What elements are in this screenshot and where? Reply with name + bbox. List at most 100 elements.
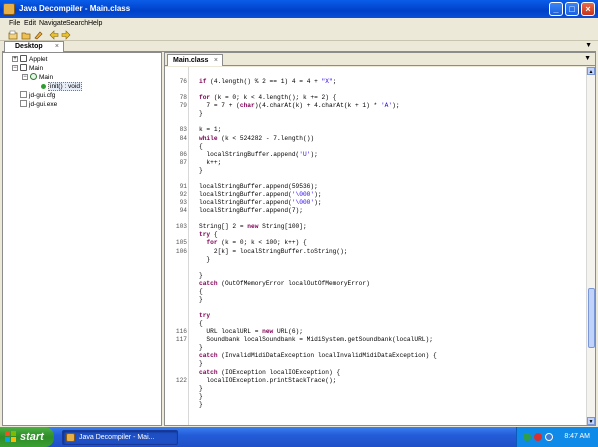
volume-icon[interactable] — [545, 433, 553, 441]
menu-bar: File Edit Navigate Search Help — [0, 18, 598, 29]
desktop-tab-bar: Desktop × ▼ — [2, 41, 596, 52]
maximize-button[interactable]: □ — [565, 2, 579, 16]
code-line: localIOException.printStackTrace(); — [199, 376, 337, 384]
code-line: { — [199, 320, 203, 328]
tree-item-applet[interactable]: + Applet — [12, 55, 47, 64]
taskbar-item-label: Java Decompiler - Mai... — [79, 434, 155, 441]
code-line: Soundbank localSoundbank = MidiSystem.ge… — [199, 336, 433, 344]
code-line: if (4.length() % 2 == 1) 4 = 4 + "X"; — [199, 78, 337, 85]
line-number: 116 — [175, 328, 187, 336]
tree-item-init-method[interactable]: init() : void — [41, 82, 82, 91]
edit-icon[interactable] — [33, 30, 43, 40]
file-icon — [20, 100, 27, 107]
code-line: catch (IOException localIOException) { — [199, 368, 341, 376]
code-line: for (k = 0; k < 100; k++) { — [206, 239, 307, 247]
chevron-down-icon[interactable]: ▼ — [585, 42, 592, 49]
menu-edit[interactable]: Edit — [24, 18, 36, 29]
scroll-up-icon[interactable]: ▲ — [587, 67, 595, 75]
line-number: 84 — [179, 134, 187, 142]
line-number: 79 — [179, 102, 187, 110]
code-line: } — [199, 344, 203, 352]
vertical-scrollbar[interactable]: ▲ ▼ — [586, 67, 595, 425]
code-line: } — [199, 360, 203, 368]
line-number: 78 — [179, 94, 187, 102]
application-window: Java Decompiler - Main.class _ □ × File … — [0, 0, 598, 427]
code-line: catch (InvalidMidiDataException localInv… — [199, 352, 437, 360]
line-number: 117 — [175, 336, 187, 344]
line-number: 86 — [179, 150, 187, 158]
taskbar: start Java Decompiler - Mai... 8:47 AM — [0, 427, 598, 447]
editor-tab-bar: Main.class × ▼ — [165, 53, 595, 66]
menu-help[interactable]: Help — [88, 18, 102, 29]
app-icon — [66, 433, 75, 442]
scroll-down-icon[interactable]: ▼ — [587, 417, 595, 425]
collapse-icon[interactable]: − — [22, 74, 28, 80]
code-line: try — [199, 312, 211, 319]
code-view[interactable]: 76 78 79 83 84 86 87 91 92 93 94 103 105 106 116 117 122… — [165, 67, 587, 425]
tree-item-main-jar[interactable]: − Main — [12, 64, 43, 73]
start-button[interactable]: start — [0, 427, 54, 447]
tree-item-label: Main — [39, 74, 54, 81]
taskbar-item-java-decompiler[interactable]: Java Decompiler - Mai... — [62, 430, 178, 445]
start-label: start — [20, 431, 44, 443]
menu-file[interactable]: File — [9, 18, 20, 29]
line-number: 105 — [175, 239, 187, 247]
line-number: 83 — [179, 126, 187, 134]
open-folder-icon[interactable] — [21, 30, 31, 40]
code-line: 2[k] = localStringBuffer.toString(); — [199, 247, 348, 255]
tab-main-class[interactable]: Main.class × — [167, 54, 223, 66]
security-alert-icon[interactable] — [534, 433, 542, 441]
line-number: 87 — [179, 158, 187, 166]
code-line: { — [199, 142, 203, 150]
windows-logo-icon — [5, 431, 17, 443]
close-tab-icon[interactable]: × — [55, 42, 59, 52]
code-line: URL localURL = new URL(6); — [199, 328, 303, 336]
window-title: Java Decompiler - Main.class — [19, 4, 131, 13]
menu-search[interactable]: Search — [66, 18, 88, 29]
line-number: 106 — [175, 247, 187, 255]
code-line: k++; — [199, 158, 222, 166]
app-icon — [3, 3, 15, 15]
code-line: localStringBuffer.append(7); — [199, 207, 303, 215]
code-line: } — [199, 295, 203, 303]
class-icon — [30, 73, 37, 80]
jar-icon — [20, 64, 27, 71]
code-line: } — [199, 110, 203, 118]
code-line: } — [199, 400, 203, 408]
network-icon[interactable] — [523, 433, 531, 441]
tree-item-jd-gui-cfg[interactable]: jd-gui.cfg — [20, 91, 55, 100]
tree-item-jd-gui-exe[interactable]: jd-gui.exe — [20, 100, 57, 109]
tab-desktop-label: Desktop — [15, 43, 43, 50]
menu-navigate[interactable]: Navigate — [39, 18, 67, 29]
open-file-icon[interactable] — [8, 30, 18, 40]
close-button[interactable]: × — [581, 2, 595, 16]
chevron-down-icon[interactable]: ▼ — [584, 55, 591, 62]
line-number: 91 — [179, 182, 187, 190]
line-number-gutter: 76 78 79 83 84 86 87 91 92 93 94 103 105 106 116 117 122 — [165, 67, 189, 425]
collapse-icon[interactable]: − — [12, 65, 18, 71]
tree-item-main-class[interactable]: − Main — [22, 73, 53, 82]
line-number: 93 — [179, 199, 187, 207]
code-line: try { — [199, 231, 218, 239]
code-line: catch (OutOfMemoryError localOutOfMemory… — [199, 279, 370, 287]
tree-item-label: jd-gui.cfg — [29, 92, 56, 99]
line-number: 76 — [179, 78, 187, 85]
line-number: 92 — [179, 191, 187, 198]
tree-item-label: Main — [29, 65, 44, 72]
forward-icon[interactable] — [61, 30, 71, 40]
back-icon[interactable] — [49, 30, 59, 40]
tab-desktop[interactable]: Desktop × — [4, 41, 64, 52]
close-tab-icon[interactable]: × — [214, 55, 218, 66]
file-tree: + Applet − Main − Main init() : void jd-gui… — [2, 52, 162, 426]
code-line: } — [199, 384, 203, 392]
expand-icon[interactable]: + — [12, 56, 18, 62]
tree-item-label: init() : void — [48, 82, 82, 91]
minimize-button[interactable]: _ — [549, 2, 563, 16]
code-line: for (k = 0; k < 4.length(); k += 2) { — [199, 94, 337, 102]
scrollbar-thumb[interactable] — [588, 288, 595, 348]
editor-panel: Main.class × ▼ 76 78 79 83 84 86 87 91 92 93 94 103… — [164, 52, 596, 426]
code-line: } — [199, 255, 211, 263]
line-number: 103 — [175, 223, 187, 231]
title-bar[interactable]: Java Decompiler - Main.class _ □ × — [0, 0, 598, 18]
clock: 8:47 AM — [564, 433, 590, 440]
